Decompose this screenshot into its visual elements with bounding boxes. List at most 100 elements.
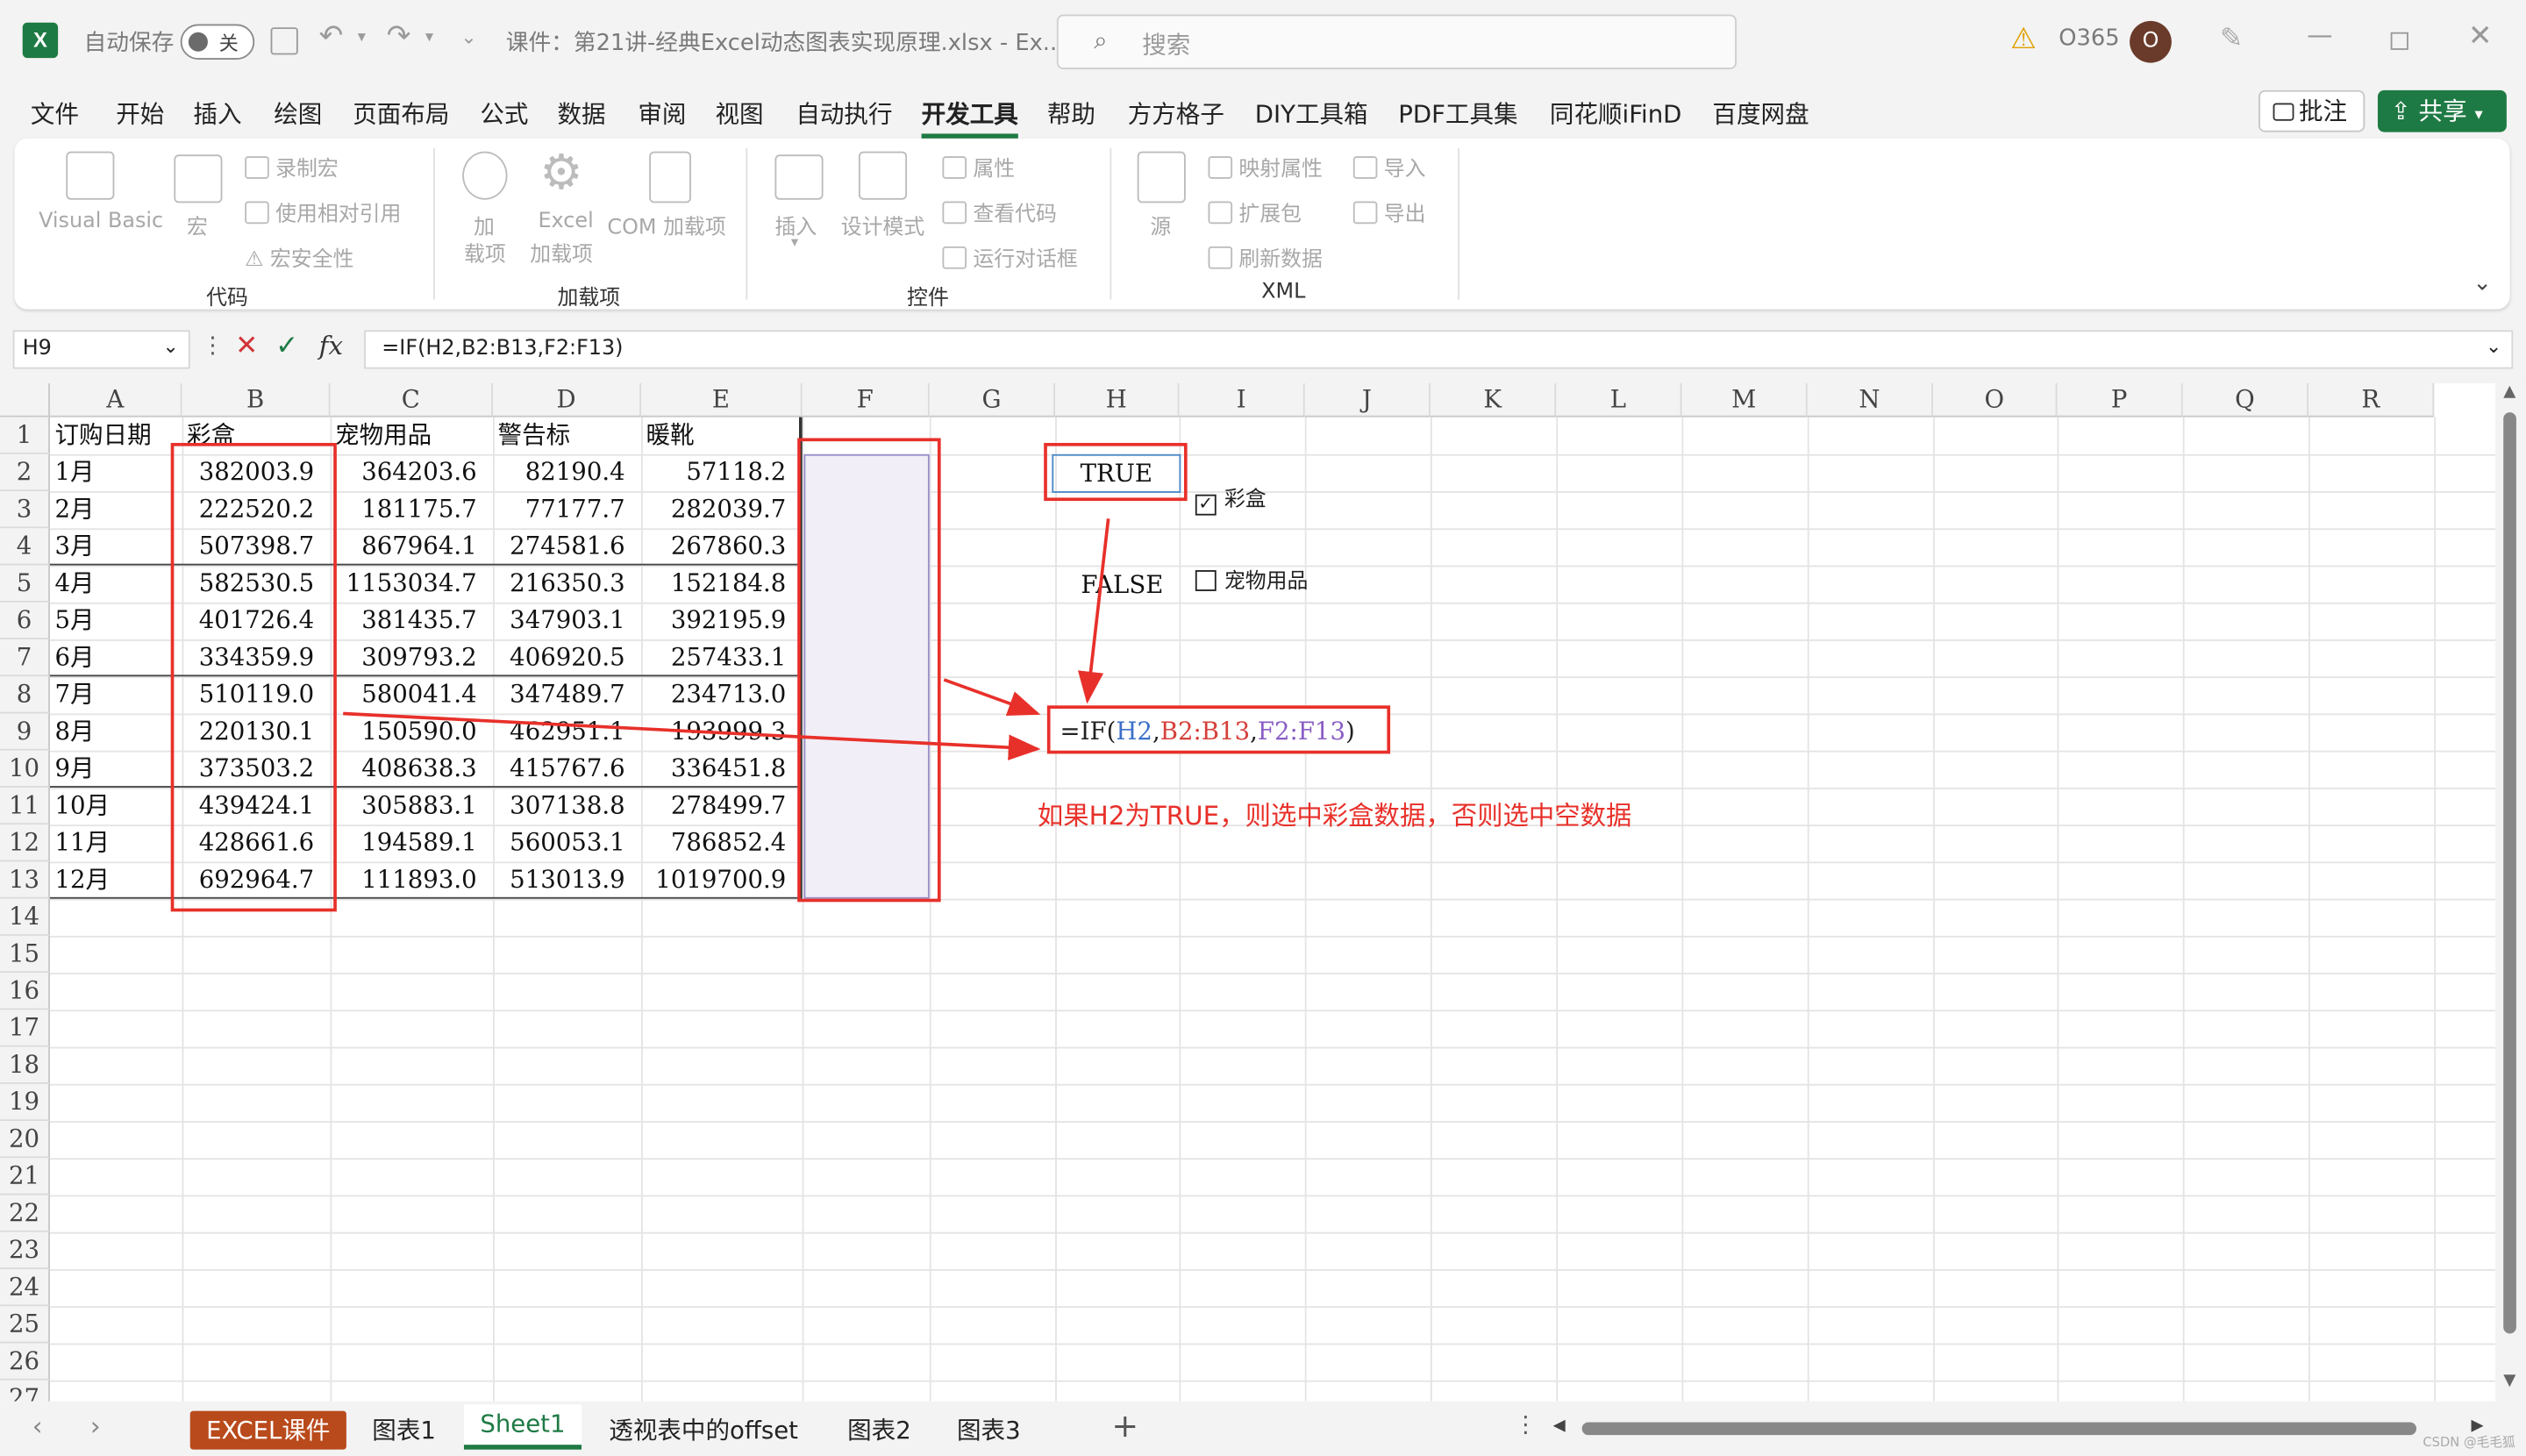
- cancel-icon[interactable]: ✕: [235, 330, 258, 362]
- menu-developer[interactable]: 开发工具: [921, 96, 1018, 139]
- tab-pivot-offset[interactable]: 透视表中的offset: [593, 1411, 814, 1450]
- more-options-icon[interactable]: ⋮: [202, 333, 225, 359]
- search-placeholder: 搜索: [1142, 30, 1191, 60]
- menu-insert[interactable]: 插入: [193, 96, 241, 131]
- horizontal-scrollbar[interactable]: ◀ ▶: [1553, 1417, 2494, 1440]
- undo-icon[interactable]: ↶: [319, 19, 344, 54]
- visual-basic-button[interactable]: Visual Basic: [39, 210, 163, 234]
- search-icon: ⌕: [1094, 25, 1108, 55]
- package-icon: [1208, 201, 1233, 225]
- tab-chart2[interactable]: 图表2: [831, 1411, 927, 1450]
- relative-reference-button[interactable]: 使用相对引用: [245, 196, 401, 227]
- gear-icon: ⚙: [539, 145, 583, 202]
- more-options-icon[interactable]: ⋮: [1514, 1412, 1537, 1438]
- menu-baidu-pan[interactable]: 百度网盘: [1712, 96, 1809, 131]
- chevron-down-icon[interactable]: ▾: [358, 29, 366, 46]
- xml-source-button[interactable]: 源: [1150, 210, 1171, 240]
- menu-fangfangge[interactable]: 方方格子: [1128, 96, 1224, 131]
- add-sheet-button[interactable]: +: [1111, 1406, 1138, 1445]
- menu-page-layout[interactable]: 页面布局: [353, 96, 449, 131]
- refresh-data-button[interactable]: 刷新数据: [1208, 241, 1323, 272]
- autosave-toggle[interactable]: 关: [180, 24, 255, 60]
- menu-review[interactable]: 审阅: [638, 96, 686, 131]
- minimize-icon[interactable]: —: [2307, 19, 2332, 50]
- watermark: CSDN @毛毛狐: [2423, 1435, 2515, 1450]
- menu-draw[interactable]: 绘图: [274, 96, 322, 131]
- restore-icon[interactable]: [2390, 32, 2408, 50]
- formula-bar: H9 ⌄ ⋮ ✕ ✓ fx =IF(H2,B2:B13,F2:F13) ⌄: [0, 325, 2526, 370]
- record-icon: [245, 156, 269, 179]
- export-button[interactable]: 导出: [1352, 196, 1426, 227]
- tab-sheet1[interactable]: Sheet1: [463, 1404, 582, 1450]
- map-properties-button[interactable]: 映射属性: [1208, 152, 1323, 182]
- run-dialog-button[interactable]: 运行对话框: [942, 241, 1078, 272]
- menu-home[interactable]: 开始: [116, 96, 164, 131]
- share-button[interactable]: ⇪ 共享 ▾: [2377, 89, 2507, 132]
- vertical-scrollbar[interactable]: ▲ ▼: [2496, 383, 2526, 1402]
- enter-icon[interactable]: ✓: [275, 330, 298, 362]
- code-icon: [942, 201, 967, 225]
- insert-function-icon[interactable]: fx: [319, 330, 343, 360]
- account-name: O365: [2059, 25, 2120, 52]
- group-label-xml: XML: [1261, 280, 1306, 305]
- prev-sheet-icon[interactable]: ‹: [32, 1411, 43, 1442]
- menu-formulas[interactable]: 公式: [480, 96, 528, 131]
- expansion-packs-button[interactable]: 扩展包: [1208, 196, 1302, 227]
- sheet-tab-bar: ‹ › EXCEL课件 图表1 Sheet1 透视表中的offset 图表2 图…: [0, 1401, 2526, 1456]
- group-label-code: 代码: [206, 286, 248, 311]
- chevron-down-icon: ▾: [2474, 106, 2483, 125]
- menu-file[interactable]: 文件: [31, 96, 79, 131]
- menu-help[interactable]: 帮助: [1047, 96, 1095, 131]
- menu-diy-toolbox[interactable]: DIY工具箱: [1255, 96, 1368, 131]
- group-label-controls: 控件: [907, 286, 949, 311]
- properties-button[interactable]: 属性: [942, 152, 1015, 182]
- excel-window: X 自动保存 关 ↶ ▾ ↷ ▾ ⌄ 课件：第21讲-经典Excel动态图表实现…: [0, 0, 2526, 1456]
- menu-ifind[interactable]: 同花顺iFinD: [1550, 96, 1681, 131]
- scroll-thumb[interactable]: [2503, 412, 2516, 1334]
- redo-icon[interactable]: ↷: [387, 19, 411, 54]
- annotation-arrows: [343, 518, 1110, 760]
- formula-input[interactable]: =IF(H2,B2:B13,F2:F13) ⌄: [364, 330, 2514, 369]
- tab-chart3[interactable]: 图表3: [941, 1411, 1037, 1450]
- next-sheet-icon[interactable]: ›: [90, 1411, 101, 1442]
- scroll-up-icon[interactable]: ▲: [2503, 383, 2515, 401]
- ribbon-developer: Visual Basic 宏 录制宏 使用相对引用 ⚠ 宏安全性 代码 加 载项 …: [14, 138, 2510, 311]
- expand-formula-icon[interactable]: ⌄: [2486, 335, 2501, 358]
- tab-excel-courseware[interactable]: EXCEL课件: [189, 1410, 346, 1450]
- menu-pdf-tools[interactable]: PDF工具集: [1398, 96, 1517, 131]
- menu-data[interactable]: 数据: [557, 96, 605, 131]
- worksheet-grid[interactable]: ABCDEFGHIJKLMNOPQR 1 2 3 4 5 6 7 8 9 10 11 12 13 14 15…: [0, 383, 2496, 1402]
- addins-button[interactable]: 加: [474, 210, 495, 240]
- name-box[interactable]: H9 ⌄: [12, 330, 190, 369]
- menu-view[interactable]: 视图: [715, 96, 763, 131]
- com-addins-button[interactable]: COM 加载项: [607, 210, 725, 240]
- design-mode-icon: [858, 151, 908, 200]
- chevron-down-icon[interactable]: ▾: [425, 29, 433, 46]
- warning-icon[interactable]: ⚠: [2010, 23, 2037, 57]
- macro-security-button[interactable]: ⚠ 宏安全性: [245, 241, 353, 273]
- scroll-right-icon[interactable]: ▶: [2471, 1417, 2483, 1435]
- comments-button[interactable]: 批注: [2258, 89, 2365, 132]
- save-icon[interactable]: [270, 27, 298, 55]
- pen-icon[interactable]: ✎: [2220, 23, 2243, 55]
- tab-chart1[interactable]: 图表1: [356, 1411, 452, 1450]
- excel-addins-button-line2: 加载项: [530, 243, 593, 268]
- group-label-addins: 加载项: [557, 286, 621, 311]
- properties-icon: [942, 156, 967, 179]
- customize-qat-icon[interactable]: ⌄: [460, 25, 476, 48]
- avatar[interactable]: O: [2130, 20, 2172, 63]
- close-icon[interactable]: ✕: [2468, 19, 2493, 54]
- macros-button[interactable]: 宏: [187, 210, 208, 240]
- collapse-ribbon-icon[interactable]: ⌄: [2472, 270, 2492, 296]
- search-box[interactable]: ⌕ 搜索: [1056, 14, 1737, 69]
- view-code-button[interactable]: 查看代码: [942, 196, 1057, 227]
- excel-addins-button[interactable]: Excel: [538, 210, 593, 234]
- scroll-down-icon[interactable]: ▼: [2503, 1373, 2515, 1390]
- import-button[interactable]: 导入: [1352, 152, 1426, 182]
- record-macro-button[interactable]: 录制宏: [245, 152, 339, 182]
- arrow-b-to-formula: [343, 711, 1041, 760]
- scroll-left-icon[interactable]: ◀: [1553, 1417, 1566, 1435]
- h-scroll-thumb[interactable]: [1581, 1422, 2417, 1436]
- design-mode-button[interactable]: 设计模式: [841, 210, 925, 240]
- menu-automate[interactable]: 自动执行: [796, 96, 892, 131]
